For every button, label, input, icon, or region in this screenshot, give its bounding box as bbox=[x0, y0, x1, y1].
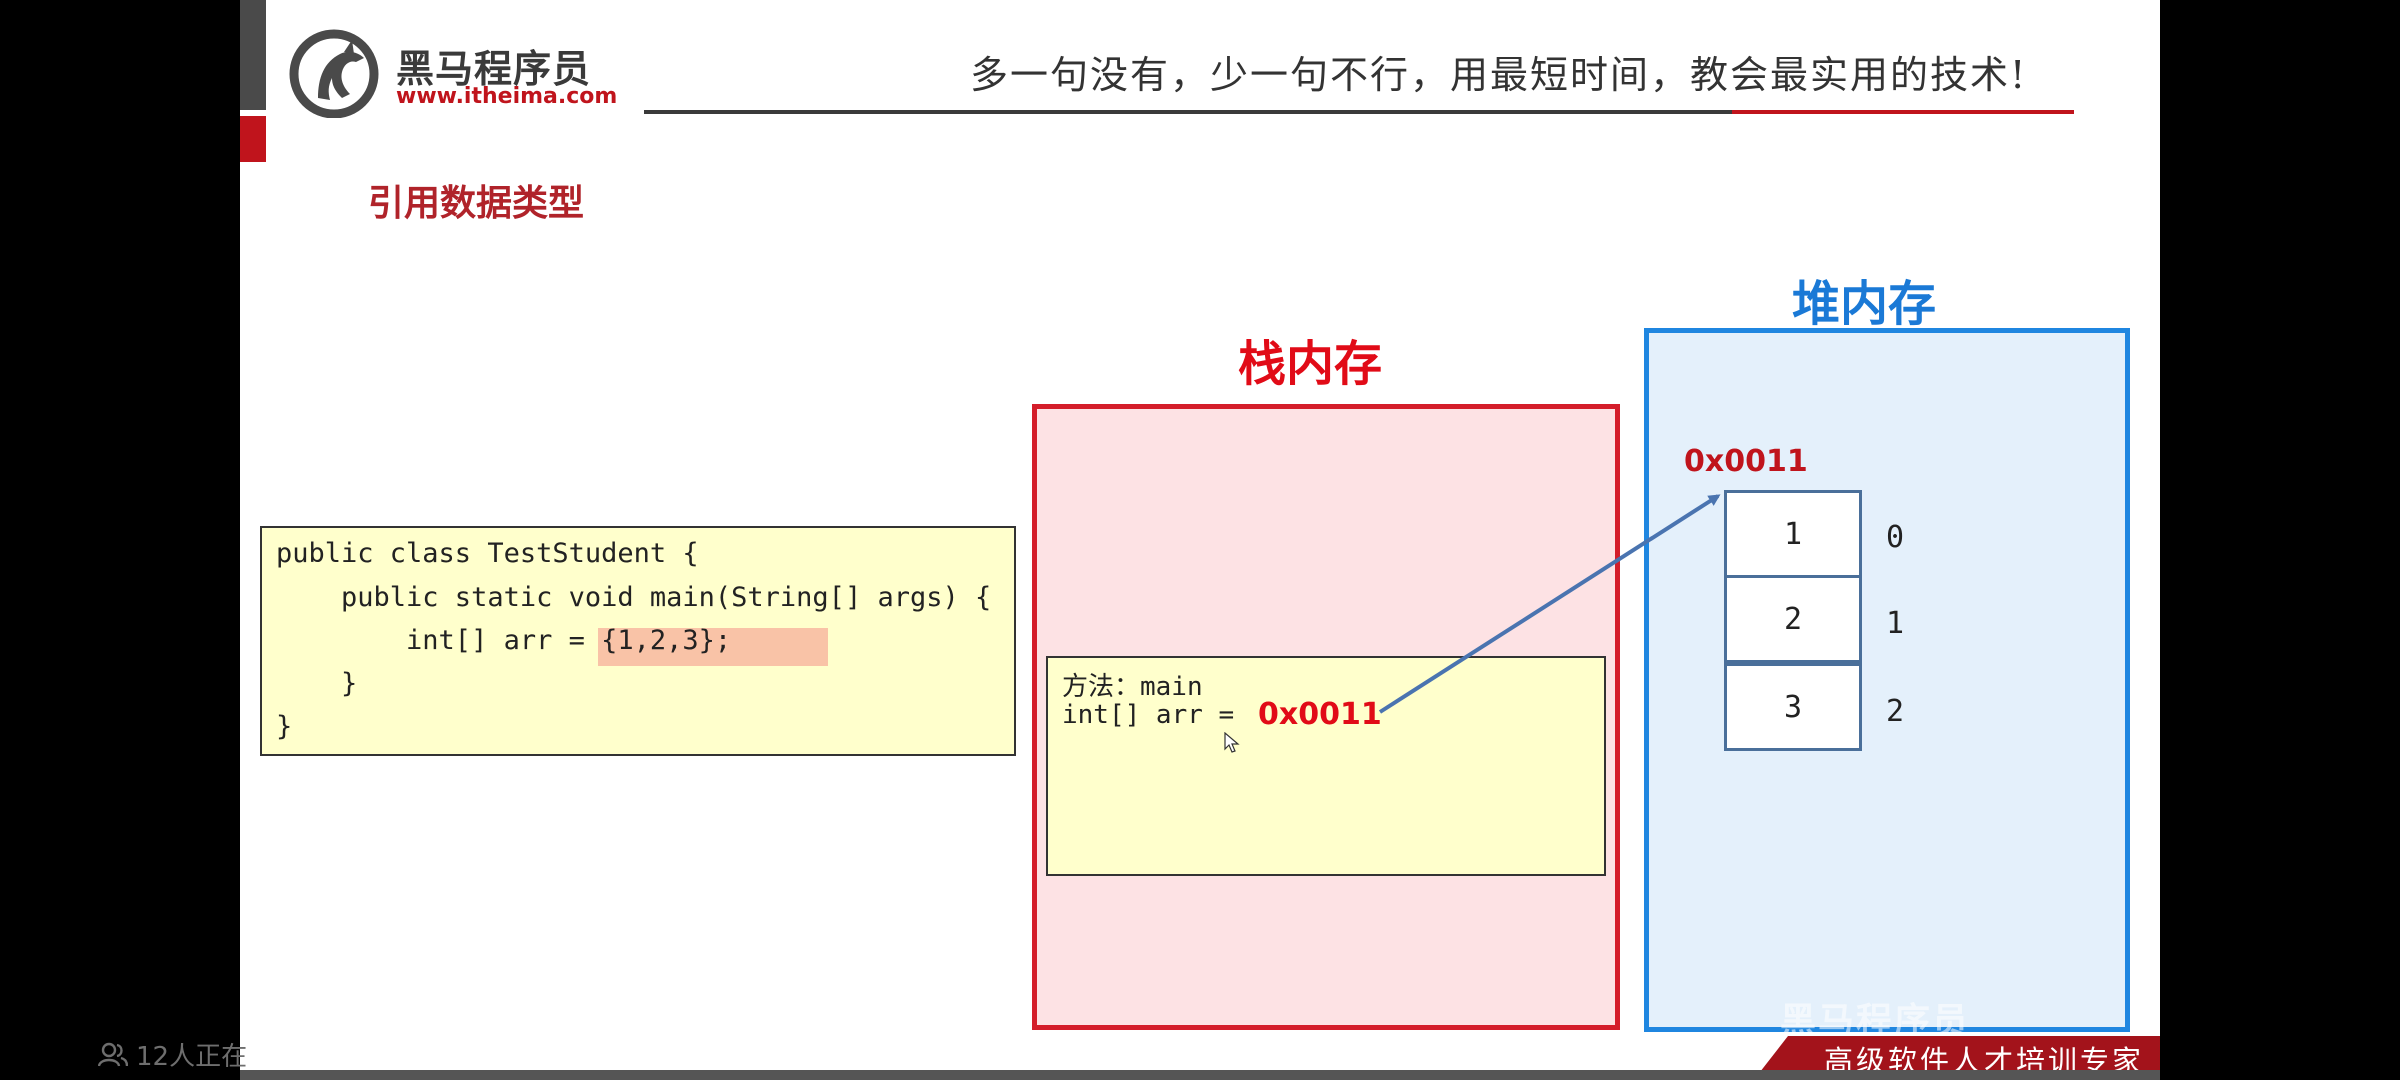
header-rule bbox=[644, 110, 1732, 114]
code-line: public class TestStudent { bbox=[276, 538, 699, 569]
stack-frame-main: 方法：main int[] arr = bbox=[1046, 656, 1606, 876]
slogan: 多一句没有，少一句不行，用最短时间，教会最实用的技术! bbox=[970, 53, 2028, 97]
frame-reference-value: 0x0011 bbox=[1258, 697, 1382, 732]
array-cell: 3 bbox=[1724, 663, 1862, 751]
heap-memory-title: 堆内存 bbox=[1792, 276, 1937, 332]
viewer-count: 12人正在 bbox=[98, 1036, 247, 1073]
array-index: 1 bbox=[1886, 606, 1905, 641]
frame-method: 方法：main bbox=[1062, 672, 1203, 702]
horse-logo-icon bbox=[289, 29, 379, 118]
frame-variable: int[] arr = bbox=[1062, 700, 1235, 730]
array-index: 2 bbox=[1886, 694, 1905, 729]
footer-banner-text: 高级软件人才培训专家 bbox=[1824, 1044, 2145, 1070]
code-line: int[] arr = {1,2,3}; bbox=[276, 625, 732, 656]
array-index: 0 bbox=[1886, 520, 1905, 555]
logo: 黑马程序员 www.itheima.com bbox=[288, 28, 618, 118]
array-cell: 2 bbox=[1724, 575, 1862, 663]
code-line: } bbox=[276, 711, 293, 742]
code-line: public static void main(String[] args) { bbox=[276, 582, 992, 613]
header-rule-accent bbox=[1732, 110, 2074, 114]
heap-memory-box bbox=[1644, 328, 2130, 1032]
code-box: public class TestStudent { public static… bbox=[260, 526, 1016, 756]
slide: 黑马程序员 www.itheima.com 多一句没有，少一句不行，用最短时间，… bbox=[240, 0, 2160, 1070]
mouse-cursor-icon bbox=[1224, 732, 1240, 753]
heap-array-address: 0x0011 bbox=[1684, 444, 1808, 479]
slide-edge-accent bbox=[240, 116, 266, 162]
viewers-icon bbox=[98, 1042, 128, 1066]
section-title: 引用数据类型 bbox=[368, 183, 585, 224]
progress-bar[interactable] bbox=[240, 1070, 2160, 1080]
viewer-count-text: 12人正在 bbox=[136, 1042, 248, 1072]
logo-url: www.itheima.com bbox=[396, 84, 618, 109]
stack-memory-title: 栈内存 bbox=[1238, 336, 1383, 392]
array-cell: 1 bbox=[1724, 490, 1862, 578]
slide-edge-bar bbox=[240, 0, 266, 110]
code-line: } bbox=[276, 668, 358, 699]
